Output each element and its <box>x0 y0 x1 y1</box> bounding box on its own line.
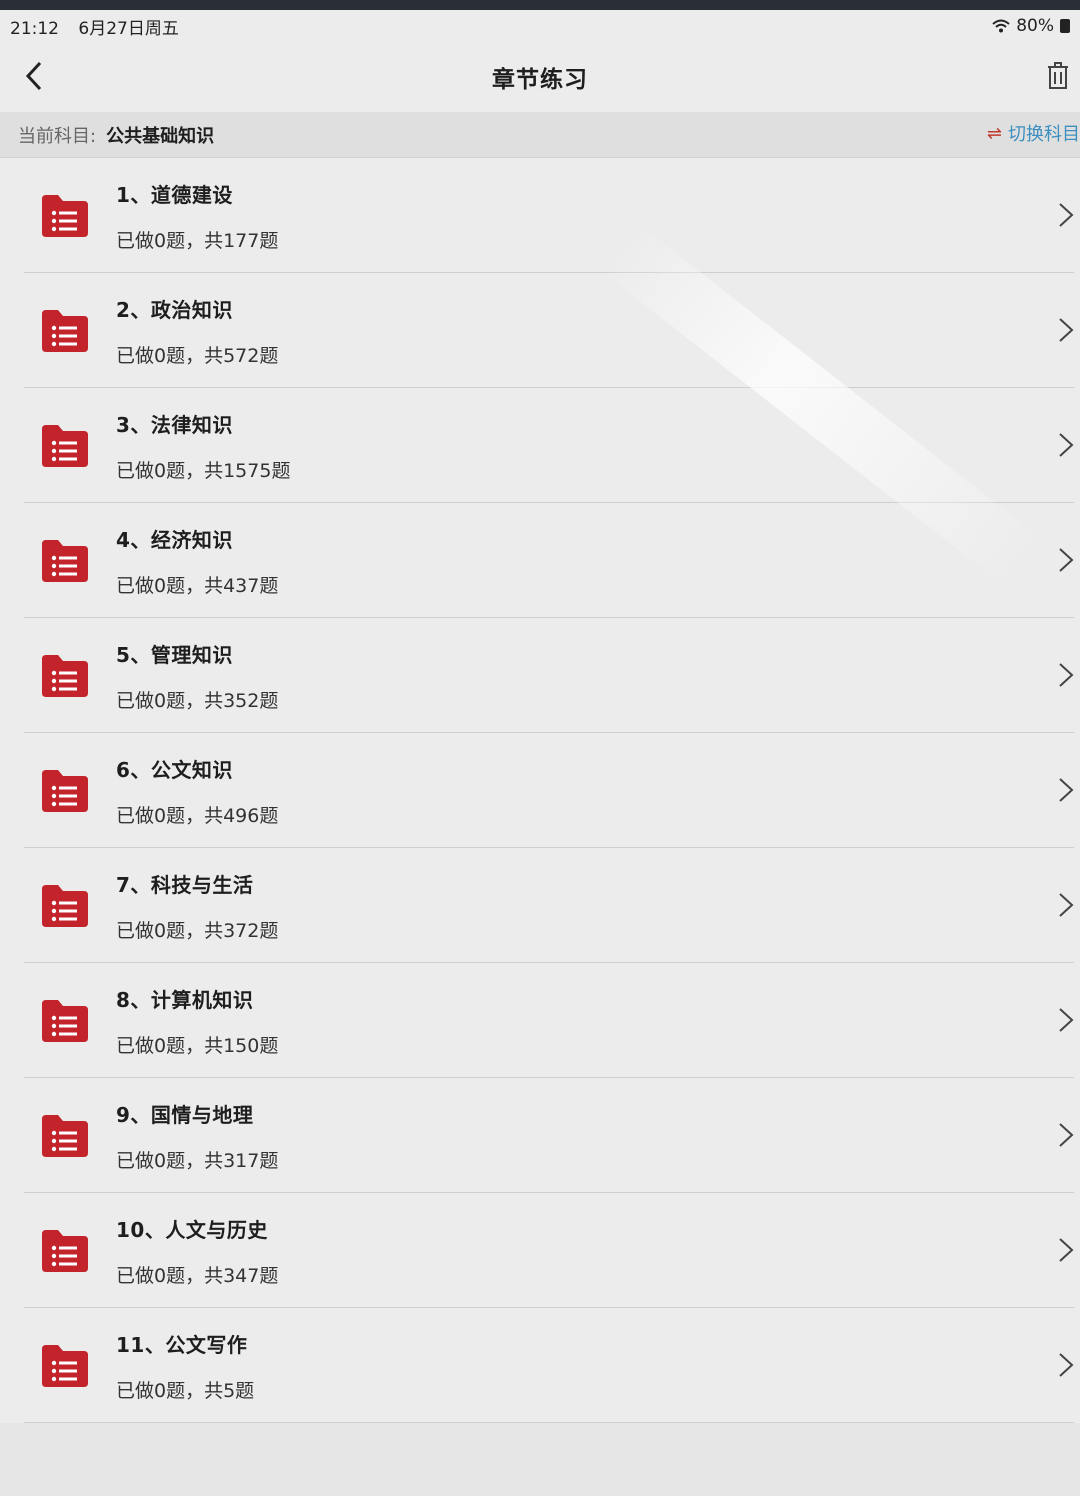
chapter-title: 2、政治知识 <box>116 297 233 322</box>
battery-percent: 80% <box>1016 16 1054 36</box>
chapter-title: 6、公文知识 <box>116 757 233 782</box>
chevron-right-icon <box>1059 1238 1074 1262</box>
chapter-progress: 已做0题，共347题 <box>116 1264 279 1287</box>
folder-list-icon <box>42 1344 88 1387</box>
chevron-left-icon <box>25 61 42 91</box>
chevron-right-icon <box>1059 893 1074 917</box>
folder-list-icon <box>42 309 88 352</box>
chapter-item-7[interactable]: 7、科技与生活 已做0题，共372题 <box>6 848 1080 963</box>
folder-list-icon <box>42 194 88 237</box>
chapter-item-3[interactable]: 3、法律知识 已做0题，共1575题 <box>6 388 1080 503</box>
chevron-right-icon <box>1059 663 1074 687</box>
chapter-title: 1、道德建设 <box>116 182 233 207</box>
chapter-progress: 已做0题，共1575题 <box>116 459 291 482</box>
delete-button[interactable] <box>1040 58 1076 94</box>
status-date: 6月27日周五 <box>78 18 179 39</box>
bottom-area <box>0 1423 1080 1496</box>
chapter-progress: 已做0题，共572题 <box>116 344 279 367</box>
chevron-right-icon <box>1059 1123 1074 1147</box>
folder-list-icon <box>42 654 88 697</box>
chapter-item-11[interactable]: 11、公文写作 已做0题，共5题 <box>6 1308 1080 1423</box>
chapter-item-5[interactable]: 5、管理知识 已做0题，共352题 <box>6 618 1080 733</box>
subject-name: 公共基础知识 <box>106 125 215 147</box>
chapter-text: 8、计算机知识 已做0题，共150题 <box>116 984 278 1058</box>
chevron-right-icon <box>1059 1353 1074 1377</box>
chapter-text: 10、人文与历史 已做0题，共347题 <box>116 1214 278 1288</box>
subject-bar: 当前科目: 公共基础知识 ⇌ 切换科目 <box>0 112 1080 158</box>
chapter-progress: 已做0题，共177题 <box>116 229 279 252</box>
status-right: 80% <box>992 16 1070 36</box>
chevron-right-icon <box>1059 548 1074 572</box>
chapter-item-6[interactable]: 6、公文知识 已做0题，共496题 <box>6 733 1080 848</box>
chapter-progress: 已做0题，共352题 <box>116 689 279 712</box>
chapter-item-1[interactable]: 1、道德建设 已做0题，共177题 <box>6 158 1080 273</box>
status-bar: 21:12 6月27日周五 80% <box>0 10 1080 42</box>
battery-icon <box>1060 19 1070 33</box>
chapter-title: 5、管理知识 <box>116 642 233 667</box>
chapter-text: 9、国情与地理 已做0题，共317题 <box>116 1099 278 1173</box>
chapter-title: 10、人文与历史 <box>116 1217 268 1242</box>
chapter-item-4[interactable]: 4、经济知识 已做0题，共437题 <box>6 503 1080 618</box>
chapter-progress: 已做0题，共5题 <box>116 1379 255 1402</box>
wifi-icon <box>992 19 1010 33</box>
status-time: 21:12 <box>10 18 59 39</box>
switch-subject-button[interactable]: ⇌ 切换科目 <box>987 120 1080 146</box>
chapter-text: 7、科技与生活 已做0题，共372题 <box>116 869 278 943</box>
back-button[interactable] <box>14 56 54 96</box>
trash-icon <box>1048 62 1068 89</box>
nav-bar: 章节练习 <box>0 42 1080 112</box>
folder-list-icon <box>42 999 88 1042</box>
chapter-title: 3、法律知识 <box>116 412 233 437</box>
folder-list-icon <box>42 1229 88 1272</box>
chapter-text: 2、政治知识 已做0题，共572题 <box>116 294 278 368</box>
chapter-progress: 已做0题，共437题 <box>116 574 279 597</box>
chapter-progress: 已做0题，共496题 <box>116 804 279 827</box>
subject-label: 当前科目: <box>18 125 97 147</box>
chapter-item-8[interactable]: 8、计算机知识 已做0题，共150题 <box>6 963 1080 1078</box>
page-title: 章节练习 <box>492 67 588 93</box>
switch-icon: ⇌ <box>986 122 1002 144</box>
chevron-right-icon <box>1059 203 1074 227</box>
chapter-item-9[interactable]: 9、国情与地理 已做0题，共317题 <box>6 1078 1080 1193</box>
chapter-text: 3、法律知识 已做0题，共1575题 <box>116 409 290 483</box>
status-left: 21:12 6月27日周五 <box>10 14 193 39</box>
chapter-text: 6、公文知识 已做0题，共496题 <box>116 754 278 828</box>
chapter-progress: 已做0题，共317题 <box>116 1149 279 1172</box>
chevron-right-icon <box>1059 1008 1074 1032</box>
chapter-progress: 已做0题，共150题 <box>116 1034 279 1057</box>
chevron-right-icon <box>1059 318 1074 342</box>
chapter-title: 4、经济知识 <box>116 527 233 552</box>
chapter-text: 5、管理知识 已做0题，共352题 <box>116 639 278 713</box>
chapter-text: 1、道德建设 已做0题，共177题 <box>116 179 278 253</box>
folder-list-icon <box>42 884 88 927</box>
folder-list-icon <box>42 769 88 812</box>
chapter-text: 4、经济知识 已做0题，共437题 <box>116 524 278 598</box>
chapter-item-10[interactable]: 10、人文与历史 已做0题，共347题 <box>6 1193 1080 1308</box>
chapter-list: 1、道德建设 已做0题，共177题 2、政治知识 已做0题，共572题 3、法律… <box>0 158 1080 1423</box>
folder-list-icon <box>42 424 88 467</box>
chevron-right-icon <box>1059 433 1074 457</box>
chapter-title: 11、公文写作 <box>116 1332 248 1357</box>
chapter-progress: 已做0题，共372题 <box>116 919 279 942</box>
screen: 21:12 6月27日周五 80% 章节练习 当前科目: 公共基础知识 ⇌ 切换… <box>0 0 1080 1496</box>
chapter-item-2[interactable]: 2、政治知识 已做0题，共572题 <box>6 273 1080 388</box>
chevron-right-icon <box>1059 778 1074 802</box>
chapter-title: 9、国情与地理 <box>116 1102 254 1127</box>
chapter-title: 8、计算机知识 <box>116 987 254 1012</box>
switch-subject-label: 切换科目 <box>1008 124 1080 145</box>
folder-list-icon <box>42 1114 88 1157</box>
folder-list-icon <box>42 539 88 582</box>
chapter-text: 11、公文写作 已做0题，共5题 <box>116 1329 254 1403</box>
chapter-title: 7、科技与生活 <box>116 872 254 897</box>
